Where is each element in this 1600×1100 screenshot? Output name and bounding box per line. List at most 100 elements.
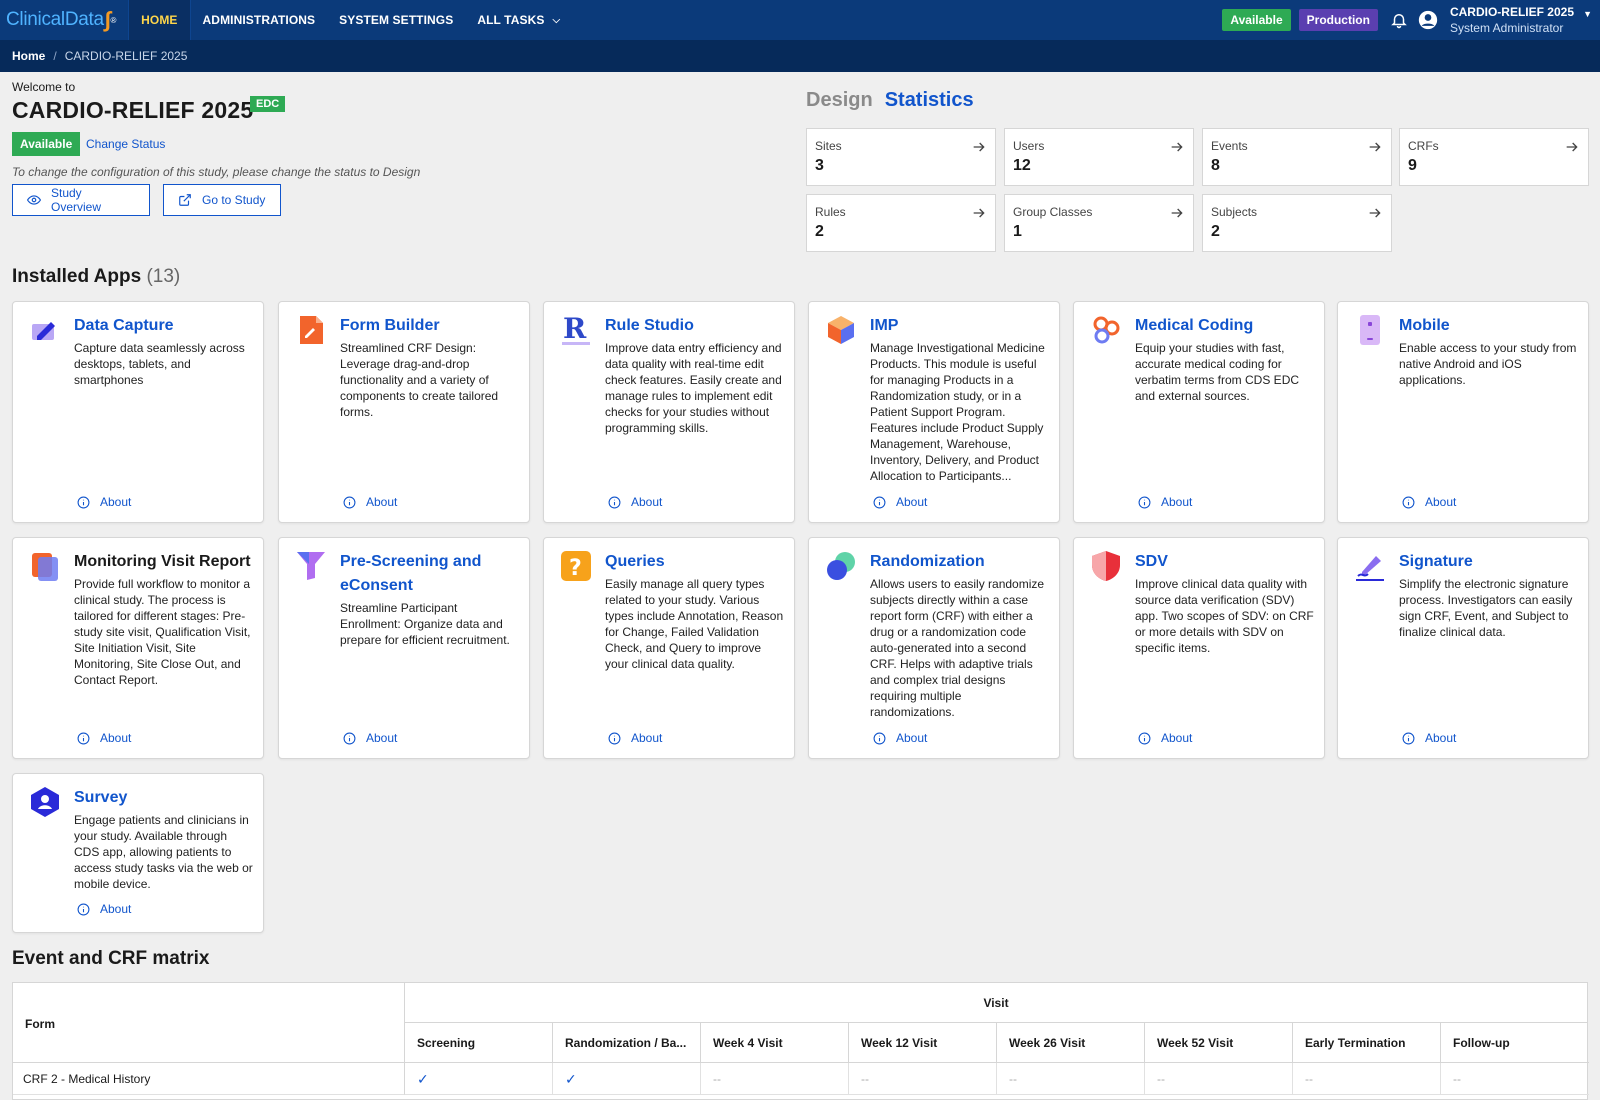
stat-card-events[interactable]: Events 8 bbox=[1202, 128, 1392, 186]
info-icon bbox=[77, 732, 90, 744]
about-link[interactable]: About bbox=[1138, 495, 1192, 509]
stat-card-sites[interactable]: Sites 3 bbox=[806, 128, 996, 186]
eye-icon bbox=[27, 195, 41, 205]
matrix-cell-check[interactable]: ✓ bbox=[405, 1063, 553, 1095]
clinicaldata-logo[interactable]: ClinicalData ∫ ® bbox=[0, 0, 128, 40]
data-capture-icon bbox=[32, 322, 55, 340]
event-crf-matrix: Form Visit Screening Randomization / Ba.… bbox=[12, 982, 1589, 1100]
stat-card-subjects[interactable]: Subjects 2 bbox=[1202, 194, 1392, 252]
matrix-cell-empty[interactable]: -- bbox=[849, 1063, 997, 1095]
about-link[interactable]: About bbox=[608, 495, 662, 509]
app-card-queries[interactable]: ? Queries Easily manage all query types … bbox=[543, 537, 795, 759]
matrix-row-label: CRF 2 - Medical History bbox=[13, 1063, 405, 1095]
tab-statistics[interactable]: Statistics bbox=[885, 89, 974, 112]
info-icon bbox=[1138, 496, 1151, 508]
nav-all-tasks[interactable]: ALL TASKS ⌵ bbox=[465, 0, 572, 40]
about-link[interactable]: About bbox=[873, 731, 927, 745]
info-icon bbox=[1138, 732, 1151, 744]
matrix-form-header: Form bbox=[13, 983, 405, 1063]
arrow-right-icon bbox=[1369, 142, 1381, 152]
user-role: System Administrator bbox=[1449, 21, 1564, 35]
installed-apps-title: Installed Apps (13) bbox=[12, 266, 181, 287]
app-card-randomization[interactable]: Randomization Allows users to easily ran… bbox=[808, 537, 1060, 759]
about-link[interactable]: About bbox=[77, 731, 131, 745]
environment-pill: Production bbox=[1298, 9, 1378, 31]
app-card-imp[interactable]: IMP Manage Investigational Medicine Prod… bbox=[808, 301, 1060, 523]
app-card-pre-screening[interactable]: Pre-Screening and eConsent Streamline Pa… bbox=[278, 537, 530, 759]
chevron-down-icon: ⌵ bbox=[552, 14, 561, 26]
about-link[interactable]: About bbox=[1402, 731, 1456, 745]
breadcrumb-home[interactable]: Home bbox=[12, 49, 45, 63]
matrix-cell-empty[interactable]: -- bbox=[701, 1063, 849, 1095]
signature-pen-icon bbox=[1356, 556, 1384, 581]
stat-card-rules[interactable]: Rules 2 bbox=[806, 194, 996, 252]
app-card-data-capture[interactable]: Data Capture Capture data seamlessly acr… bbox=[12, 301, 264, 523]
user-menu[interactable]: CARDIO-RELIEF 2025 System Administrator … bbox=[1450, 4, 1600, 36]
about-link[interactable]: About bbox=[343, 495, 397, 509]
survey-user-icon bbox=[31, 787, 59, 817]
svg-text:R: R bbox=[563, 314, 587, 345]
tab-design[interactable]: Design bbox=[806, 89, 873, 112]
mobile-phone-icon bbox=[1360, 315, 1380, 345]
app-card-rule-studio[interactable]: R Rule Studio Improve data entry efficie… bbox=[543, 301, 795, 523]
arrow-right-icon bbox=[973, 208, 985, 218]
matrix-cell-empty[interactable]: -- bbox=[1145, 1063, 1293, 1095]
about-link[interactable]: About bbox=[343, 731, 397, 745]
matrix-col-header: Early Termination bbox=[1293, 1023, 1441, 1063]
user-avatar-icon[interactable] bbox=[1418, 10, 1438, 30]
nav-system-settings[interactable]: SYSTEM SETTINGS bbox=[327, 0, 465, 40]
bell-icon[interactable] bbox=[1390, 11, 1408, 29]
matrix-col-header: Week 26 Visit bbox=[997, 1023, 1145, 1063]
about-link[interactable]: About bbox=[608, 731, 662, 745]
matrix-col-header: Week 52 Visit bbox=[1145, 1023, 1293, 1063]
matrix-col-header: Screening bbox=[405, 1023, 553, 1063]
matrix-cell-empty[interactable]: -- bbox=[1293, 1063, 1441, 1095]
top-right-area: Available Production CARDIO-RELIEF 2025 … bbox=[1222, 0, 1600, 40]
external-link-icon bbox=[179, 194, 191, 206]
app-card-mobile[interactable]: Mobile Enable access to your study from … bbox=[1337, 301, 1589, 523]
about-link[interactable]: About bbox=[1138, 731, 1192, 745]
stat-card-crfs[interactable]: CRFs 9 bbox=[1399, 128, 1589, 186]
info-icon bbox=[608, 732, 621, 744]
matrix-cell-empty[interactable]: -- bbox=[997, 1063, 1145, 1095]
app-card-survey[interactable]: Survey Engage patients and clinicians in… bbox=[12, 773, 264, 933]
matrix-title: Event and CRF matrix bbox=[12, 948, 210, 969]
app-card-form-builder[interactable]: Form Builder Streamlined CRF Design: Lev… bbox=[278, 301, 530, 523]
matrix-col-header: Week 4 Visit bbox=[701, 1023, 849, 1063]
user-study-name: CARDIO-RELIEF 2025 bbox=[1449, 5, 1574, 19]
arrow-right-icon bbox=[1566, 142, 1578, 152]
app-card-medical-coding[interactable]: Medical Coding Equip your studies with f… bbox=[1073, 301, 1325, 523]
matrix-visit-header: Visit bbox=[405, 983, 1587, 1023]
change-status-link[interactable]: Change Status bbox=[86, 137, 165, 151]
medical-coding-icon bbox=[1093, 316, 1120, 344]
status-badge: Available bbox=[12, 132, 81, 156]
nav-home[interactable]: HOME bbox=[128, 0, 191, 40]
matrix-cell-empty[interactable]: -- bbox=[1441, 1063, 1589, 1095]
arrow-right-icon bbox=[1369, 208, 1381, 218]
app-card-monitoring-visit-report[interactable]: Monitoring Visit Report Provide full wor… bbox=[12, 537, 264, 759]
caret-down-icon: ▼ bbox=[1583, 9, 1592, 19]
about-link[interactable]: About bbox=[77, 495, 131, 509]
go-to-study-button[interactable]: Go to Study bbox=[163, 184, 281, 216]
arrow-right-icon bbox=[1171, 208, 1183, 218]
app-card-signature[interactable]: Signature Simplify the electronic signat… bbox=[1337, 537, 1589, 759]
app-card-sdv[interactable]: SDV Improve clinical data quality with s… bbox=[1073, 537, 1325, 759]
info-icon bbox=[77, 496, 90, 508]
top-nav-bar: ClinicalData ∫ ® HOME ADMINISTRATIONS SYST… bbox=[0, 0, 1600, 40]
info-icon bbox=[343, 732, 356, 744]
randomization-icon bbox=[827, 552, 855, 580]
matrix-cell-check[interactable]: ✓ bbox=[553, 1063, 701, 1095]
info-icon bbox=[873, 732, 886, 744]
study-overview-button[interactable]: Study Overview bbox=[12, 184, 150, 216]
about-link[interactable]: About bbox=[1402, 495, 1456, 509]
info-icon bbox=[343, 496, 356, 508]
main-nav: HOME ADMINISTRATIONS SYSTEM SETTINGS ALL… bbox=[128, 0, 572, 40]
nav-administrations[interactable]: ADMINISTRATIONS bbox=[191, 0, 328, 40]
info-icon bbox=[1402, 732, 1415, 744]
about-link[interactable]: About bbox=[873, 495, 927, 509]
about-link[interactable]: About bbox=[77, 902, 131, 916]
info-icon bbox=[1402, 496, 1415, 508]
study-status-pill: Available bbox=[1222, 9, 1291, 31]
stat-card-users[interactable]: Users 12 bbox=[1004, 128, 1194, 186]
stat-card-group-classes[interactable]: Group Classes 1 bbox=[1004, 194, 1194, 252]
